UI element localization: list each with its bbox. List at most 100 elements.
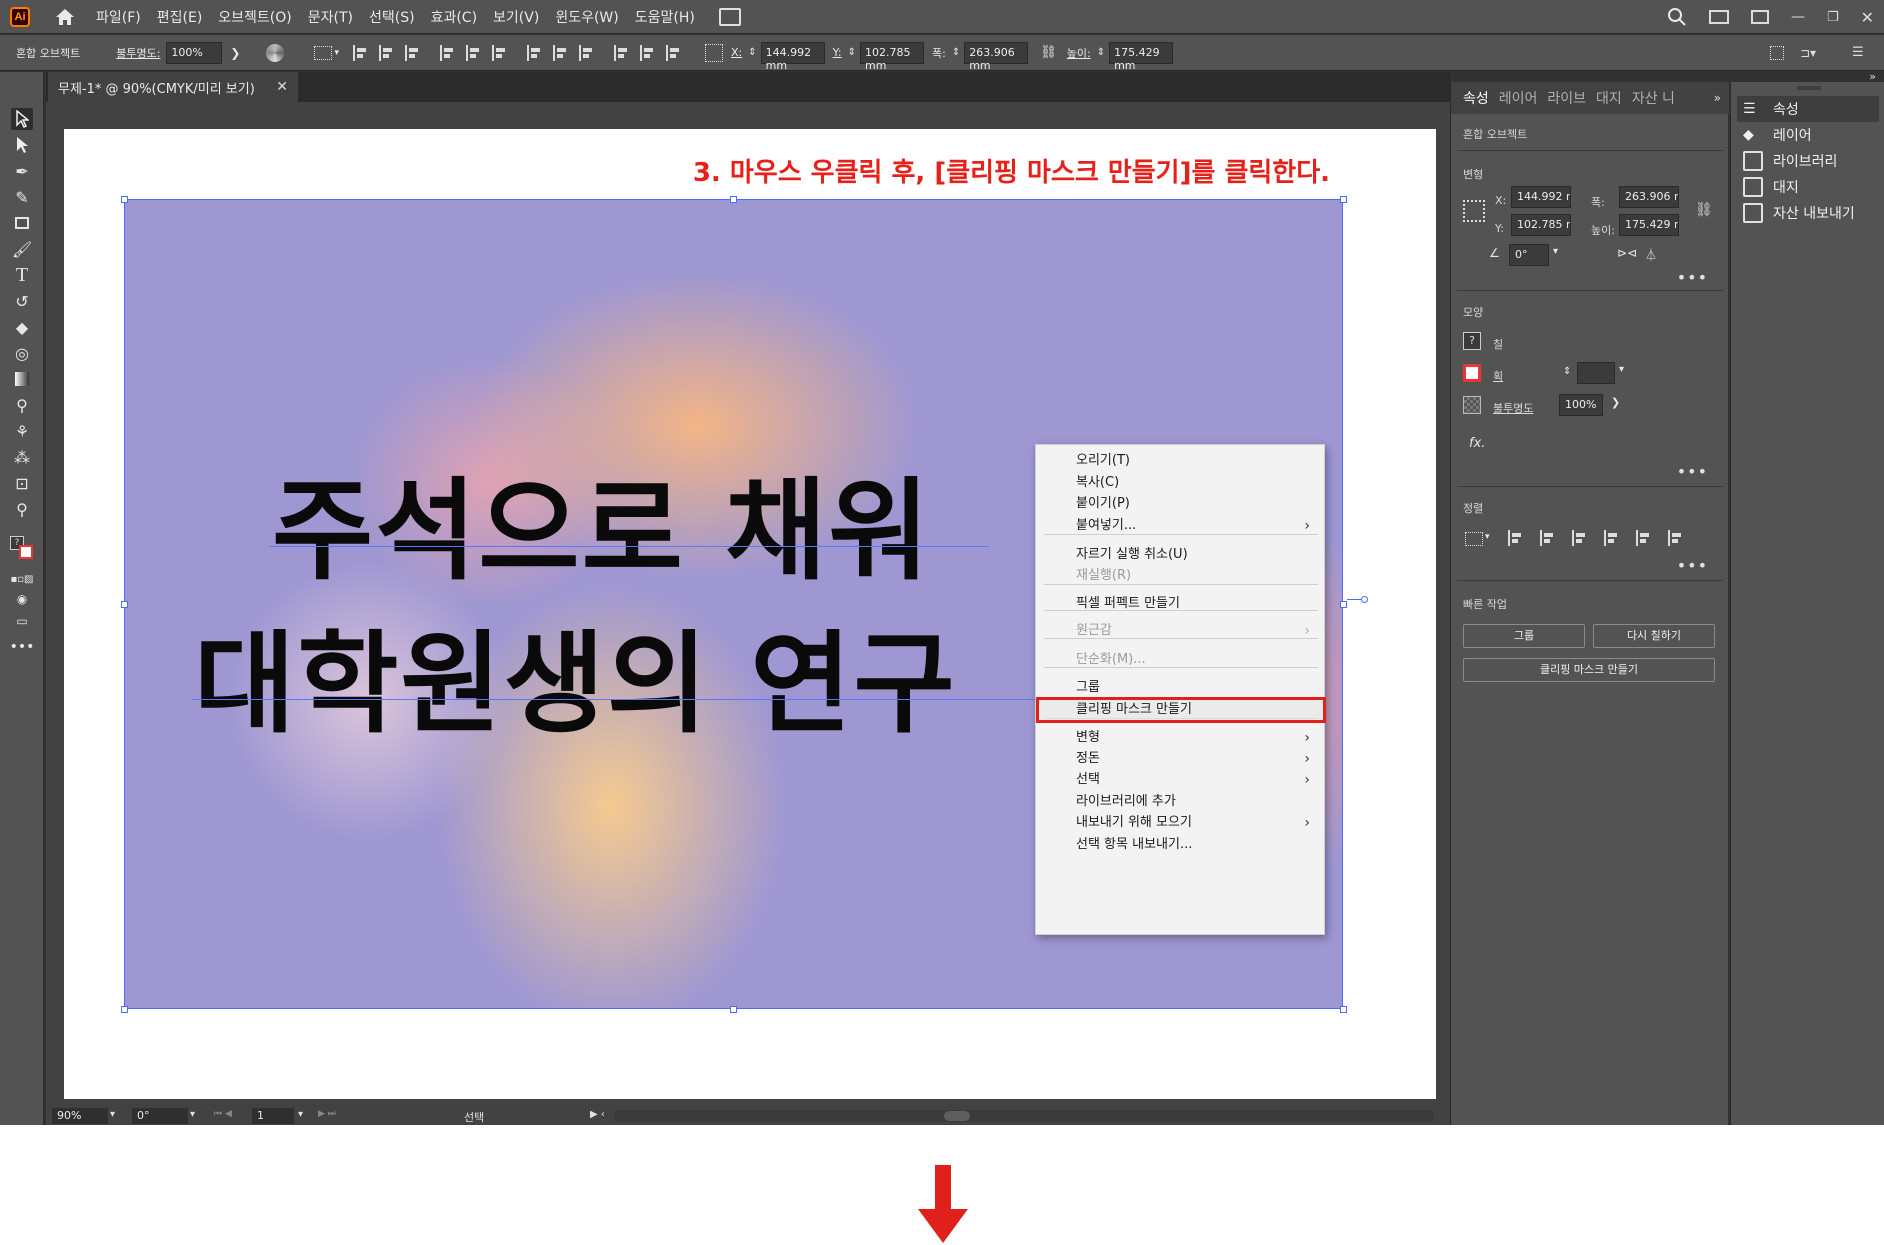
panel-menu-icon[interactable]: ☰ (1852, 45, 1864, 60)
tab-asset-export[interactable]: 자산 니 (1632, 88, 1675, 108)
handle-top-right[interactable] (1340, 196, 1347, 203)
document-tab[interactable]: 무제-1* @ 90%(CMYK/미리 보기) ✕ (48, 72, 298, 102)
y-field[interactable]: 102.785 mm (860, 41, 924, 72)
side-artboards[interactable]: 대지 (1737, 174, 1879, 200)
context-menu-item[interactable]: 선택 › (1036, 769, 1324, 791)
angle-field[interactable]: 0° (1509, 244, 1549, 266)
horizontal-scrollbar[interactable] (614, 1110, 1434, 1122)
blend-tool-icon[interactable]: ⚘ (11, 420, 33, 442)
context-menu-item[interactable]: 복사(C) (1036, 472, 1324, 494)
rotate-tool-icon[interactable]: ↺ (11, 290, 33, 312)
artboard-dropdown-icon[interactable]: ▾ (298, 1109, 303, 1120)
more-tools-icon[interactable]: ••• (10, 636, 35, 658)
align-left-icon[interactable] (353, 44, 369, 61)
canvas[interactable]: 3. 마우스 우클릭 후, [클리핑 마스크 만들기]를 클릭한다. 주석으로 … (46, 102, 1450, 1107)
context-menu-item[interactable]: 정돈 › (1036, 748, 1324, 770)
stroke-dropdown-icon[interactable]: ▾ (1619, 364, 1624, 375)
side-libraries[interactable]: 라이브러리 (1737, 148, 1879, 174)
restore-icon[interactable]: ❐ (1827, 10, 1839, 25)
eraser-tool-icon[interactable]: ◆ (11, 316, 33, 338)
chevron-down-icon[interactable]: ▾ (1485, 532, 1490, 542)
context-menu-item[interactable]: 붙이기(P) (1036, 493, 1324, 515)
artboard-number-field[interactable]: 1 (252, 1108, 294, 1124)
align-right-icon[interactable] (405, 44, 421, 61)
tab-artboards[interactable]: 대지 (1596, 88, 1622, 108)
context-menu-item[interactable]: 자르기 실행 취소(U) (1036, 544, 1324, 566)
make-clipping-mask-button[interactable]: 클리핑 마스크 만들기 (1463, 658, 1715, 682)
context-menu-item[interactable]: 클리핑 마스크 만들기 (1036, 699, 1324, 721)
context-menu-item[interactable]: 그룹 (1036, 677, 1324, 699)
y-stepper-icon[interactable]: ⇕ (848, 47, 856, 58)
side-panel-grip[interactable] (1797, 86, 1821, 90)
isolate-icon[interactable]: ⊐▾ (1800, 46, 1816, 60)
side-layers[interactable]: ◆ 레이어 (1737, 122, 1879, 148)
minimize-icon[interactable]: — (1791, 9, 1805, 25)
menu-object[interactable]: 오브젝트(O) (218, 7, 291, 27)
align-right-icon[interactable] (1572, 530, 1588, 546)
handle-top-center[interactable] (730, 196, 737, 203)
y-field[interactable]: 102.785 mm (1511, 214, 1571, 236)
fill-swatch-icon[interactable]: ? (1463, 332, 1481, 350)
distribute-left-icon[interactable] (614, 44, 630, 61)
more-options-icon[interactable]: ••• (1677, 462, 1708, 481)
opacity-label[interactable]: 불투명도 (1493, 400, 1533, 416)
curvature-tool-icon[interactable]: ✎ (11, 186, 33, 208)
direct-selection-tool-icon[interactable] (11, 134, 33, 156)
opacity-field[interactable]: 100% (166, 41, 223, 64)
handle-middle-left[interactable] (121, 601, 128, 608)
menu-window[interactable]: 윈도우(W) (555, 7, 618, 27)
headline-line-2[interactable]: 대학원생의 연구 (194, 594, 957, 754)
stroke-swatch-icon[interactable] (1463, 364, 1481, 382)
reference-point-icon[interactable] (1463, 200, 1485, 222)
search-icon[interactable] (1667, 7, 1687, 27)
first-artboard-icon[interactable]: ⏮ ◀ (214, 1109, 232, 1119)
draw-mode-icon[interactable]: ◉ (11, 588, 33, 610)
panel-layout-icon[interactable] (1750, 10, 1769, 24)
handle-top-left[interactable] (121, 196, 128, 203)
gradient-tool-icon[interactable] (11, 368, 33, 390)
side-properties[interactable]: ☰ 속성 (1737, 96, 1879, 122)
stroke-label[interactable]: 획 (1493, 368, 1503, 384)
handle-middle-right[interactable] (1340, 601, 1347, 608)
height-field[interactable]: 175.429 mm (1619, 214, 1679, 236)
align-vcenter-icon[interactable] (1636, 530, 1652, 546)
paintbrush-tool-icon[interactable]: 🖌 (11, 238, 33, 260)
context-menu-item[interactable]: 내보내기 위해 모으기 › (1036, 812, 1324, 834)
artboard[interactable]: 3. 마우스 우클릭 후, [클리핑 마스크 만들기]를 클릭한다. 주석으로 … (64, 129, 1436, 1099)
align-bottom-icon[interactable] (492, 44, 508, 61)
chevron-down-icon[interactable]: ▾ (334, 48, 339, 58)
align-hcenter-icon[interactable] (1540, 530, 1556, 546)
distribute-right-icon[interactable] (666, 44, 682, 61)
handle-bottom-center[interactable] (730, 1006, 737, 1013)
width-stepper-icon[interactable]: ⇕ (952, 47, 960, 58)
artboard-tool-icon[interactable]: ⊡ (11, 472, 33, 494)
angle-dropdown-icon[interactable]: ▾ (1553, 246, 1558, 257)
close-tab-icon[interactable]: ✕ (276, 79, 288, 95)
angle-icon[interactable]: ∠ (1489, 246, 1500, 260)
rectangle-tool-icon[interactable] (11, 212, 33, 234)
more-options-icon[interactable]: ••• (1677, 268, 1708, 287)
context-menu-item[interactable]: 선택 항목 내보내기... (1036, 834, 1324, 856)
chevron-right-icon[interactable]: ❯ (230, 46, 240, 60)
align-left-icon[interactable] (1508, 530, 1524, 546)
recolor-icon[interactable] (266, 43, 285, 62)
opacity-field[interactable]: 100% (1559, 394, 1603, 416)
close-icon[interactable]: ✕ (1861, 8, 1874, 27)
recolor-button[interactable]: 다시 칠하기 (1593, 624, 1715, 648)
menu-file[interactable]: 파일(F) (96, 7, 141, 27)
stroke-stepper-icon[interactable]: ⇕ (1563, 366, 1571, 377)
scrollbar-thumb[interactable] (944, 1111, 970, 1121)
transform-options-icon[interactable] (1770, 45, 1784, 60)
tab-properties[interactable]: 속성 (1463, 88, 1489, 108)
context-menu-item[interactable]: 오리기(T) (1036, 450, 1324, 472)
group-button[interactable]: 그룹 (1463, 624, 1585, 648)
menu-select[interactable]: 선택(S) (369, 7, 415, 27)
arrange-documents-icon[interactable] (1708, 10, 1729, 24)
rotation-dropdown-icon[interactable]: ▾ (190, 1109, 195, 1120)
symbol-sprayer-tool-icon[interactable]: ⁂ (11, 446, 33, 468)
menu-help[interactable]: 도움말(H) (635, 7, 695, 27)
width-field[interactable]: 263.906 mm (964, 41, 1029, 72)
menu-view[interactable]: 보기(V) (493, 7, 539, 27)
link-icon[interactable]: ⛓ (1040, 45, 1057, 60)
x-stepper-icon[interactable]: ⇕ (748, 47, 756, 58)
